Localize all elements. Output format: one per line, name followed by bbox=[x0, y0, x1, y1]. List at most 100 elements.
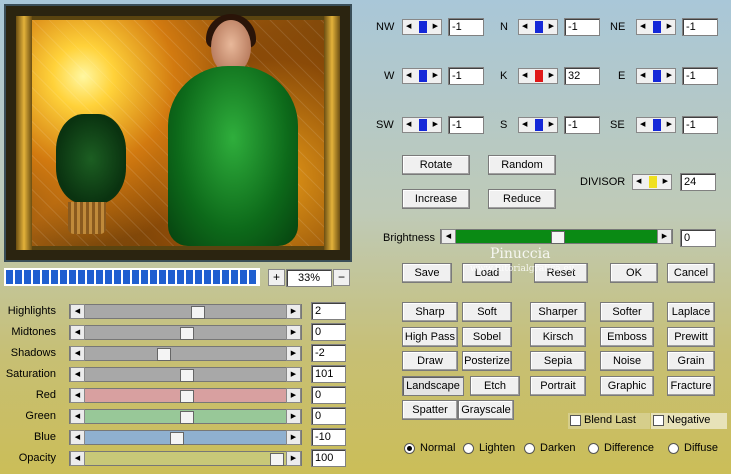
preset-soft-button[interactable]: Soft bbox=[462, 302, 512, 322]
slider-track-opacity[interactable]: ◀ ▶ bbox=[69, 451, 302, 466]
zoom-out-button[interactable]: − bbox=[333, 269, 350, 286]
blend-last-checkbox[interactable]: Blend Last bbox=[568, 413, 650, 429]
slider-field-saturation[interactable]: 101 bbox=[311, 365, 346, 383]
preset-laplace-button[interactable]: Laplace bbox=[667, 302, 715, 322]
matrix-field-ne[interactable]: -1 bbox=[682, 18, 718, 36]
matrix-thumb-n[interactable] bbox=[535, 21, 543, 33]
arrow-right-icon[interactable]: ▶ bbox=[667, 22, 672, 30]
slider-left-arrow-icon[interactable]: ◀ bbox=[70, 388, 85, 403]
preset-portrait-button[interactable]: Portrait bbox=[530, 375, 586, 396]
preset-prewitt-button[interactable]: Prewitt bbox=[667, 326, 715, 347]
blend-last-box[interactable] bbox=[570, 415, 581, 426]
arrow-right-icon[interactable]: ▶ bbox=[433, 120, 438, 128]
slider-thumb-saturation[interactable] bbox=[179, 369, 194, 382]
preset-kirsch-button[interactable]: Kirsch bbox=[530, 326, 586, 347]
matrix-scroller-s[interactable]: ◀ ▶ bbox=[518, 117, 558, 133]
mode-radio-lighten[interactable] bbox=[463, 443, 474, 454]
arrow-right-icon[interactable]: ▶ bbox=[549, 22, 554, 30]
matrix-scroller-n[interactable]: ◀ ▶ bbox=[518, 19, 558, 35]
negative-box[interactable] bbox=[653, 415, 664, 426]
preset-graphic-button[interactable]: Graphic bbox=[600, 375, 654, 396]
preset-emboss-button[interactable]: Emboss bbox=[600, 326, 654, 347]
matrix-thumb-k[interactable] bbox=[535, 70, 543, 82]
arrow-left-icon[interactable]: ◀ bbox=[640, 120, 645, 128]
slider-thumb-midtones[interactable] bbox=[179, 327, 194, 340]
matrix-field-s[interactable]: -1 bbox=[564, 116, 600, 134]
slider-thumb-green[interactable] bbox=[179, 411, 194, 424]
matrix-scroller-ne[interactable]: ◀ ▶ bbox=[636, 19, 676, 35]
slider-left-arrow-icon[interactable]: ◀ bbox=[70, 409, 85, 424]
arrow-right-icon[interactable]: ▶ bbox=[667, 71, 672, 79]
arrow-left-icon[interactable]: ◀ bbox=[406, 120, 411, 128]
slider-track-highlights[interactable]: ◀ ▶ bbox=[69, 304, 302, 319]
arrow-left-icon[interactable]: ◀ bbox=[522, 120, 527, 128]
matrix-thumb-s[interactable] bbox=[535, 119, 543, 131]
increase-button[interactable]: Increase bbox=[402, 189, 470, 209]
slider-right-arrow-icon[interactable]: ▶ bbox=[286, 388, 301, 403]
matrix-thumb-sw[interactable] bbox=[419, 119, 427, 131]
slider-field-red[interactable]: 0 bbox=[311, 386, 346, 404]
slider-thumb-red[interactable] bbox=[179, 390, 194, 403]
arrow-left-icon[interactable]: ◀ bbox=[406, 71, 411, 79]
matrix-field-k[interactable]: 32 bbox=[564, 67, 600, 85]
mode-radio-difference[interactable] bbox=[588, 443, 599, 454]
slider-track-red[interactable]: ◀ ▶ bbox=[69, 388, 302, 403]
arrow-left-icon[interactable]: ◀ bbox=[406, 22, 411, 30]
arrow-right-icon[interactable]: ▶ bbox=[433, 71, 438, 79]
preset-spatter-button[interactable]: Spatter bbox=[402, 400, 458, 420]
divisor-thumb[interactable] bbox=[649, 176, 657, 188]
slider-thumb-highlights[interactable] bbox=[190, 306, 205, 319]
zoom-in-button[interactable]: + bbox=[268, 269, 285, 286]
preset-landscape-button[interactable]: Landscape bbox=[402, 375, 464, 396]
slider-field-highlights[interactable]: 2 bbox=[311, 302, 346, 320]
preset-grain-button[interactable]: Grain bbox=[667, 351, 715, 371]
slider-thumb-opacity[interactable] bbox=[270, 453, 285, 466]
preset-posterize-button[interactable]: Posterize bbox=[462, 351, 512, 371]
preset-sepia-button[interactable]: Sepia bbox=[530, 351, 586, 371]
slider-left-arrow-icon[interactable]: ◀ bbox=[70, 325, 85, 340]
slider-field-green[interactable]: 0 bbox=[311, 407, 346, 425]
matrix-scroller-k[interactable]: ◀ ▶ bbox=[518, 68, 558, 84]
arrow-left-icon[interactable]: ◀ bbox=[522, 22, 527, 30]
arrow-left-icon[interactable]: ◀ bbox=[636, 177, 641, 185]
preset-noise-button[interactable]: Noise bbox=[600, 351, 654, 371]
arrow-right-icon[interactable]: ▶ bbox=[663, 177, 668, 185]
matrix-field-sw[interactable]: -1 bbox=[448, 116, 484, 134]
matrix-field-n[interactable]: -1 bbox=[564, 18, 600, 36]
preset-sobel-button[interactable]: Sobel bbox=[462, 326, 512, 347]
matrix-thumb-ne[interactable] bbox=[653, 21, 661, 33]
slider-right-arrow-icon[interactable]: ▶ bbox=[286, 325, 301, 340]
arrow-right-icon[interactable]: ▶ bbox=[549, 71, 554, 79]
preset-grayscale-button[interactable]: Grayscale bbox=[458, 400, 514, 420]
slider-right-arrow-icon[interactable]: ▶ bbox=[286, 409, 301, 424]
slider-left-arrow-icon[interactable]: ◀ bbox=[70, 430, 85, 445]
divisor-field[interactable]: 24 bbox=[680, 173, 716, 191]
slider-right-arrow-icon[interactable]: ▶ bbox=[286, 430, 301, 445]
slider-right-arrow-icon[interactable]: ▶ bbox=[286, 304, 301, 319]
matrix-scroller-w[interactable]: ◀ ▶ bbox=[402, 68, 442, 84]
preset-sharper-button[interactable]: Sharper bbox=[530, 302, 586, 322]
slider-thumb-shadows[interactable] bbox=[156, 348, 171, 361]
matrix-field-nw[interactable]: -1 bbox=[448, 18, 484, 36]
negative-checkbox[interactable]: Negative bbox=[651, 413, 727, 429]
matrix-scroller-sw[interactable]: ◀ ▶ bbox=[402, 117, 442, 133]
slider-field-midtones[interactable]: 0 bbox=[311, 323, 346, 341]
arrow-right-icon[interactable]: ▶ bbox=[667, 120, 672, 128]
brightness-left-arrow-icon[interactable]: ◀ bbox=[441, 229, 456, 244]
slider-track-green[interactable]: ◀ ▶ bbox=[69, 409, 302, 424]
preset-softer-button[interactable]: Softer bbox=[600, 302, 654, 322]
matrix-thumb-se[interactable] bbox=[653, 119, 661, 131]
mode-radio-normal[interactable] bbox=[404, 443, 415, 454]
brightness-track[interactable]: ◀ ▶ bbox=[440, 229, 673, 244]
brightness-field[interactable]: 0 bbox=[680, 229, 716, 247]
preset-etch-button[interactable]: Etch bbox=[470, 375, 520, 396]
slider-right-arrow-icon[interactable]: ▶ bbox=[286, 346, 301, 361]
mode-radio-darken[interactable] bbox=[524, 443, 535, 454]
slider-left-arrow-icon[interactable]: ◀ bbox=[70, 346, 85, 361]
slider-left-arrow-icon[interactable]: ◀ bbox=[70, 367, 85, 382]
slider-right-arrow-icon[interactable]: ▶ bbox=[286, 367, 301, 382]
matrix-scroller-nw[interactable]: ◀ ▶ bbox=[402, 19, 442, 35]
preset-fracture-button[interactable]: Fracture bbox=[667, 375, 715, 396]
slider-field-shadows[interactable]: -2 bbox=[311, 344, 346, 362]
save-button[interactable]: Save bbox=[402, 263, 452, 283]
